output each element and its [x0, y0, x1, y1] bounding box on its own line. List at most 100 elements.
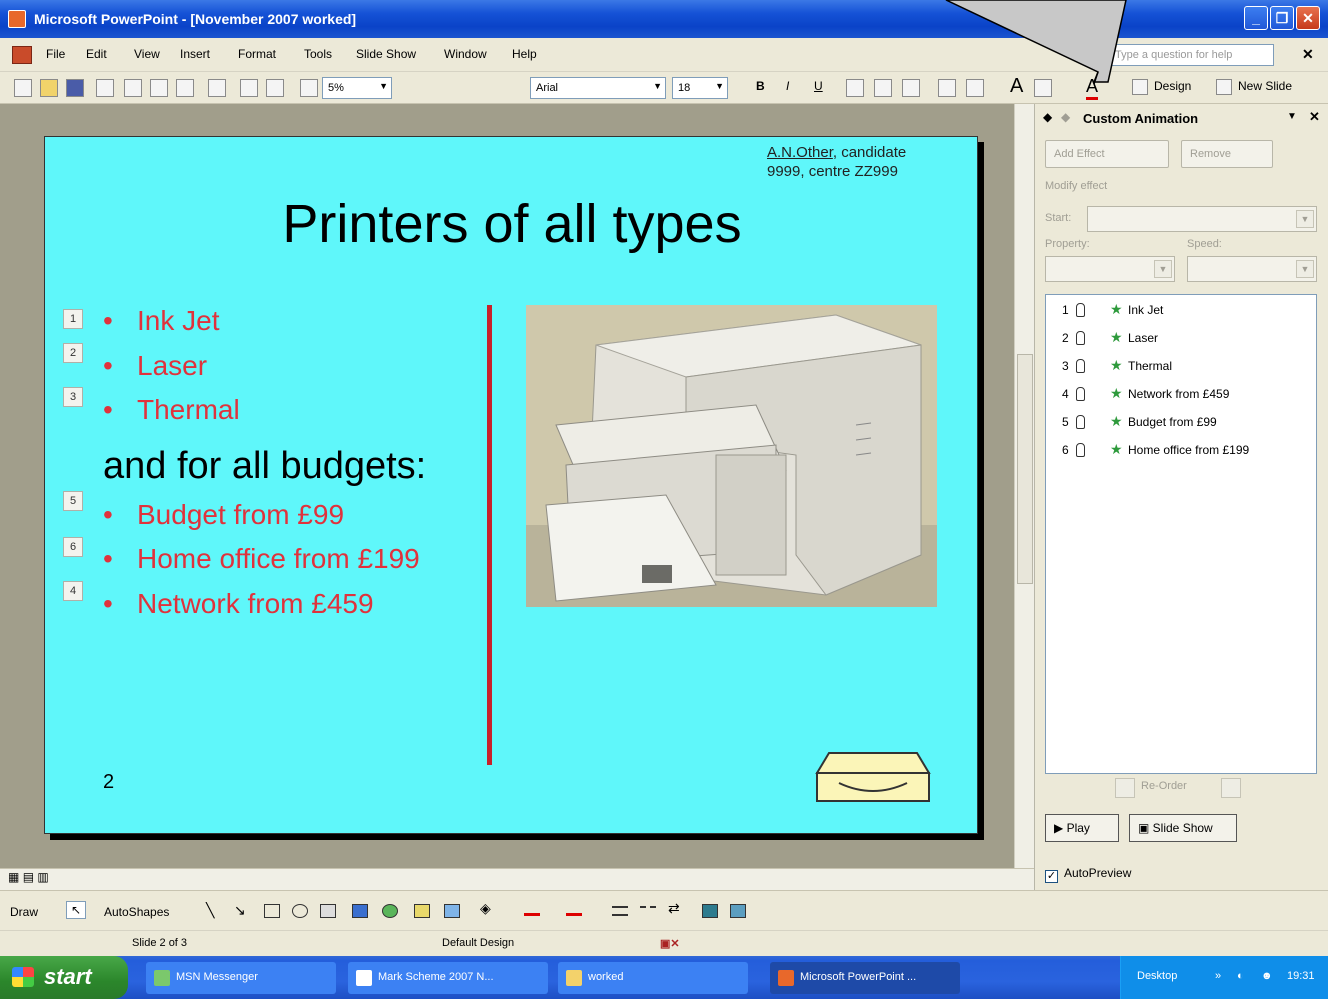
animation-list-item[interactable]: 1 ★ Ink Jet	[1046, 299, 1316, 321]
close-button[interactable]: ✕	[1296, 6, 1320, 30]
menu-edit[interactable]: Edit	[86, 47, 107, 61]
slide-canvas[interactable]: A.N.Other, candidate 9999, centre ZZ999 …	[44, 136, 978, 834]
menu-slide-show[interactable]: Slide Show	[356, 47, 416, 61]
design-button[interactable]: Design	[1154, 79, 1191, 93]
3d-style-icon[interactable]	[730, 904, 746, 918]
chart-icon[interactable]	[240, 79, 258, 97]
tray-chevron-icon[interactable]: »	[1215, 970, 1221, 982]
taskbar-item-worked-folder[interactable]: worked	[558, 962, 748, 994]
animation-list[interactable]: 1 ★ Ink Jet 2 ★ Laser 3 ★ Thermal 4 ★ Network fr…	[1045, 294, 1317, 774]
align-right-icon[interactable]	[902, 79, 920, 97]
menu-insert[interactable]: Insert	[180, 47, 210, 61]
paste-icon[interactable]	[150, 79, 168, 97]
new-icon[interactable]	[14, 79, 32, 97]
bullet-item[interactable]: • Home office from £199	[103, 543, 420, 575]
diagram-icon[interactable]	[382, 904, 398, 918]
arrow-icon[interactable]: ↘	[234, 902, 246, 919]
clip-art-icon[interactable]	[414, 904, 430, 918]
shadow-style-icon[interactable]	[702, 904, 718, 918]
line-style-icon[interactable]	[612, 906, 628, 916]
scroll-thumb[interactable]	[1017, 354, 1033, 584]
align-left-icon[interactable]	[846, 79, 864, 97]
picture-icon[interactable]	[444, 904, 460, 918]
bold-button[interactable]: B	[756, 79, 765, 93]
reorder-up-button[interactable]	[1115, 778, 1135, 798]
vertical-divider-line[interactable]	[487, 305, 492, 765]
bullet-item[interactable]: • Network from £459	[103, 588, 374, 620]
bullets-icon[interactable]	[966, 79, 984, 97]
arrow-style-icon[interactable]: ⇄	[668, 900, 684, 916]
font-color-icon[interactable]: A	[1086, 76, 1099, 100]
taskbar-item-powerpoint[interactable]: Microsoft PowerPoint ...	[770, 962, 960, 994]
font-combo[interactable]: Arial ▼	[530, 77, 666, 99]
zoom-combo[interactable]: 5% ▼	[322, 77, 392, 99]
design-icon[interactable]	[1132, 79, 1148, 95]
animation-tag[interactable]: 5	[63, 491, 83, 511]
print-icon[interactable]	[96, 79, 114, 97]
autoshapes-menu[interactable]: AutoShapes	[104, 905, 169, 919]
open-icon[interactable]	[40, 79, 58, 97]
menu-file[interactable]: File	[46, 47, 65, 61]
animation-tag[interactable]: 2	[63, 343, 83, 363]
animation-tag[interactable]: 6	[63, 537, 83, 557]
pane-menu-chevron-icon[interactable]: ▼	[1287, 111, 1297, 122]
slide-page-number[interactable]: 2	[103, 771, 114, 794]
new-slide-icon[interactable]	[1216, 79, 1232, 95]
bullet-item[interactable]: • Budget from £99	[103, 499, 344, 531]
desktop-toolbar-label[interactable]: Desktop	[1137, 970, 1177, 982]
forward-arrow-icon[interactable]: ◆	[1061, 110, 1070, 124]
grid-icon[interactable]	[300, 79, 318, 97]
decrease-font-icon[interactable]	[1034, 79, 1052, 97]
back-arrow-icon[interactable]: ◆	[1043, 110, 1052, 124]
start-button[interactable]: start	[0, 956, 128, 999]
start-select[interactable]: ▼	[1087, 206, 1317, 232]
taskbar-item-msn[interactable]: MSN Messenger	[146, 962, 336, 994]
align-center-icon[interactable]	[874, 79, 892, 97]
draw-menu[interactable]: Draw	[10, 905, 38, 919]
animation-list-item[interactable]: 2 ★ Laser	[1046, 327, 1316, 349]
powerpoint-app-icon[interactable]	[8, 10, 26, 28]
add-effect-button[interactable]: Add Effect	[1045, 140, 1169, 168]
rectangle-icon[interactable]	[264, 904, 280, 918]
candidate-info[interactable]: A.N.Other, candidate 9999, centre ZZ999	[767, 143, 906, 181]
italic-button[interactable]: I	[786, 79, 789, 93]
pane-close-icon[interactable]: ✕	[1309, 109, 1320, 125]
slide-title[interactable]: Printers of all types	[45, 193, 979, 255]
new-slide-button[interactable]: New Slide	[1238, 79, 1292, 93]
remove-button[interactable]: Remove	[1181, 140, 1273, 168]
play-button[interactable]: ▶ Play	[1045, 814, 1119, 842]
animation-list-item[interactable]: 4 ★ Network from £459	[1046, 383, 1316, 405]
slide-sorter-icon[interactable]: ▤	[23, 870, 34, 884]
animation-tag[interactable]: 3	[63, 387, 83, 407]
printer-clipart-icon[interactable]	[815, 747, 931, 811]
reorder-down-button[interactable]	[1221, 778, 1241, 798]
network-icon[interactable]: ◐	[1237, 970, 1244, 982]
animation-list-item[interactable]: 5 ★ Budget from £99	[1046, 411, 1316, 433]
oval-icon[interactable]	[292, 904, 308, 918]
numbering-icon[interactable]	[938, 79, 956, 97]
format-painter-icon[interactable]	[176, 79, 194, 97]
increase-font-icon[interactable]: A	[1010, 75, 1023, 98]
text-box-icon[interactable]	[320, 904, 336, 918]
maximize-button[interactable]: ❐	[1270, 6, 1294, 30]
taskbar-item-mark-scheme[interactable]: Mark Scheme 2007 N...	[348, 962, 548, 994]
menu-window[interactable]: Window	[444, 47, 487, 61]
font-size-combo[interactable]: 18 ▼	[672, 77, 728, 99]
animation-tag[interactable]: 1	[63, 309, 83, 329]
font-color-draw-icon[interactable]	[566, 902, 582, 916]
animation-tag[interactable]: 4	[63, 581, 83, 601]
help-search-input[interactable]: Type a question for help	[1108, 44, 1274, 66]
table-icon[interactable]	[266, 79, 284, 97]
select-cursor-icon[interactable]: ↖	[66, 901, 87, 919]
speed-select[interactable]: ▼	[1187, 256, 1317, 282]
autopreview-checkbox[interactable]: ✓ AutoPreview	[1045, 866, 1131, 883]
vertical-scrollbar[interactable]	[1014, 104, 1034, 868]
line-icon[interactable]: ╲	[206, 902, 214, 919]
line-color-icon[interactable]	[524, 902, 540, 916]
bullet-item[interactable]: • Laser	[103, 350, 207, 382]
property-select[interactable]: ▼	[1045, 256, 1175, 282]
slide-show-view-icon[interactable]: ▥	[37, 870, 48, 884]
bullet-item[interactable]: • Thermal	[103, 394, 240, 426]
underline-button[interactable]: U	[814, 79, 823, 93]
menu-tools[interactable]: Tools	[304, 47, 332, 61]
